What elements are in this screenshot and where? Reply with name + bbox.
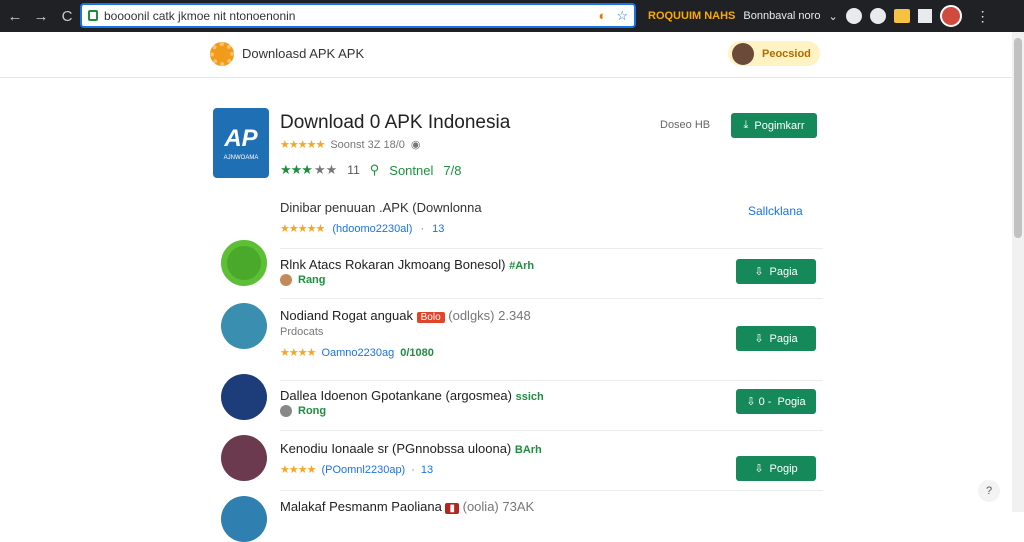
profile-avatar[interactable] [939, 5, 962, 27]
list-item-title[interactable]: Nodiand Rogat anguak Bolo (odlgks) 2.348 [280, 308, 531, 323]
app-icon: AP AJNWOAMA [213, 108, 269, 178]
section-title: Dinibar penuuan .APK (Downlonna [280, 200, 482, 215]
get-button[interactable]: ⇩ 0 - Pogia [736, 389, 816, 414]
app-avatar[interactable] [221, 435, 267, 481]
rating-stars-icon: ★★★★★ [280, 223, 325, 235]
app-icon-caption: AJNWOAMA [223, 155, 259, 161]
menu-icon[interactable]: ⋮ [976, 8, 990, 25]
meta-label: Sontnel [389, 162, 434, 178]
section-count: 13 [432, 222, 445, 235]
get-button-label: Pagia [769, 265, 798, 278]
download-button[interactable]: ⤓ Pogimkarr [731, 113, 817, 138]
app-meta: ★★★ ★★ 11 ⚲ Sontnel 7/8 [280, 162, 462, 178]
list-item-sub: Rong [280, 405, 326, 417]
help-button[interactable]: ? [978, 480, 1000, 502]
divider [280, 298, 823, 299]
app-subtitle: ★★★★★ Soonst 3Z 18/0 ◉ [280, 138, 421, 152]
download-icon: ⇩ [754, 266, 764, 278]
section-code: (hdoomo2230al) [332, 222, 413, 235]
translate-icon[interactable]: ◐ [598, 8, 606, 24]
site-logo-icon[interactable] [210, 42, 234, 66]
app-avatar[interactable] [221, 303, 267, 349]
app-avatar[interactable] [221, 374, 267, 420]
bookmark-star-icon[interactable]: ☆ [616, 8, 628, 24]
folder-icon[interactable] [893, 9, 910, 23]
divider [280, 380, 823, 381]
list-item-sub: Prdocats [280, 326, 324, 338]
list-item-sub: Rang [280, 274, 326, 286]
app-sub-text: Soonst 3Z 18/0 [330, 138, 405, 151]
list-item-title[interactable]: Kenodiu Ionaale sr (PGnnobssa uloona) BA… [280, 441, 542, 456]
list-item-meta: ★★★★ (POomnl2230ap) · 13 [280, 463, 434, 477]
get-button[interactable]: ⇩ Pagia [736, 326, 816, 351]
page-scrollbar[interactable] [1012, 32, 1024, 512]
rating-count: 11 [347, 163, 360, 177]
app-avatar[interactable] [221, 240, 267, 286]
download-icon: ⇩ [754, 333, 764, 345]
divider [280, 490, 823, 491]
reload-icon[interactable]: C [56, 5, 78, 27]
get-button-label: Pogip [769, 462, 798, 475]
get-button-label: Pagia [769, 332, 798, 345]
avatar [732, 42, 754, 65]
lock-icon [88, 10, 98, 21]
reading-list-icon[interactable] [917, 9, 932, 23]
rating-stars-icon: ★★★★★ [280, 139, 325, 151]
green-stars-icon: ★★★ [280, 162, 313, 177]
security-icon: ⚲ [369, 162, 380, 177]
scroll-thumb[interactable] [1014, 38, 1022, 238]
avatar [280, 405, 292, 417]
forward-arrow-icon[interactable]: → [30, 5, 52, 27]
get-button-label: Pogia [777, 395, 806, 408]
app-icon-letters: AP [224, 125, 258, 152]
list-item-meta: ★★★★ Oamno2230ag 0/1080 [280, 346, 434, 360]
divider [280, 248, 823, 249]
download-icon: ⇩ 0 - [746, 396, 772, 408]
get-button[interactable]: ⇩ Pogip [736, 456, 816, 481]
download-icon: ⇩ [754, 463, 764, 475]
back-arrow-icon[interactable]: ← [4, 5, 26, 27]
download-label: Pogimkarr [754, 119, 805, 132]
chevron-down-icon[interactable]: ⌄ [828, 10, 837, 23]
download-icon: ⤓ [743, 119, 749, 131]
avatar [280, 274, 292, 286]
user-pill-label: Peocsiod [762, 47, 811, 60]
list-item-title[interactable]: Rlnk Atacs Rokaran Jkmoang Bonesol) #Arh [280, 257, 534, 272]
see-all-link[interactable]: Sallcklana [748, 204, 803, 218]
app-size: Doseo HB [660, 119, 711, 131]
site-header [0, 32, 1012, 78]
url-text[interactable]: boooonil catk jkmoe nit ntonoenonin [104, 9, 598, 23]
site-title[interactable]: Downloasd APK APK [242, 46, 364, 61]
meta-value: 7/8 [443, 162, 462, 178]
browser-toolbar: ← → C boooonil catk jkmoe nit ntonoenoni… [0, 0, 1024, 32]
extension-icon[interactable] [845, 8, 862, 24]
sync-icon[interactable] [869, 8, 886, 24]
app-avatar[interactable] [221, 496, 267, 542]
rating-stars-icon: ★★★★ [280, 347, 316, 359]
page-title: Download 0 APK Indonesia [280, 112, 511, 133]
list-item-title[interactable]: Dallea Idoenon Gpotankane (argosmea) ssi… [280, 388, 544, 403]
info-icon: ◉ [410, 139, 421, 151]
get-button[interactable]: ⇩ Pagia [736, 259, 816, 284]
section-meta: ★★★★★ (hdoomo2230al) · 13 [280, 222, 445, 236]
divider [280, 430, 823, 431]
address-bar[interactable]: boooonil catk jkmoe nit ntonoenonin ◐ ☆ [80, 3, 636, 28]
profile-label[interactable]: Bonnbaval noro [743, 10, 820, 22]
extension-label[interactable]: ROQUUIM NAHS [648, 10, 735, 22]
user-pill[interactable]: Peocsiod [728, 41, 820, 66]
rating-stars-icon: ★★★★ [280, 464, 316, 476]
